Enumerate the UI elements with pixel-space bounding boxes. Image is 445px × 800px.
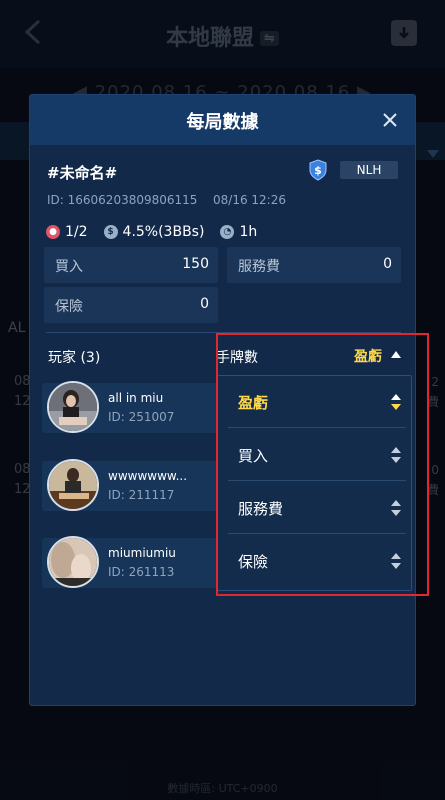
modal-title: 每局數據	[186, 112, 259, 133]
game-time: 08/16 12:26	[213, 193, 286, 207]
rake-info: $ 4.5%(3BBs)	[103, 224, 204, 240]
close-icon	[383, 113, 397, 127]
fee-cell: 服務費 0	[227, 247, 401, 283]
player-id: ID: 251007	[108, 410, 175, 424]
player-id: ID: 211117	[108, 488, 175, 502]
highlight-box	[216, 333, 429, 596]
game-type-badge: NLH	[340, 161, 398, 179]
game-name: #未命名#	[47, 164, 118, 182]
avatar	[47, 536, 99, 588]
coin-icon: $	[103, 225, 118, 239]
buyin-cell: 買入 150	[44, 247, 218, 283]
avatar	[47, 459, 99, 511]
player-row[interactable]: all in miu ID: 251007	[42, 381, 218, 433]
avatar	[47, 381, 99, 433]
game-id: ID: 16606203809806115	[47, 193, 198, 207]
player-count: ● 1/2	[46, 224, 88, 240]
player-name: miumiumiu	[108, 546, 176, 560]
insurance-cell: 保險 0	[44, 287, 218, 323]
clock-icon: ◔	[220, 225, 235, 239]
player-row[interactable]: wwwwwww... ID: 211117	[42, 459, 218, 511]
player-name: all in miu	[108, 391, 164, 405]
svg-text:$: $	[314, 164, 322, 177]
shield-dollar-icon: $	[309, 159, 327, 181]
players-column-header: 玩家 (3)	[48, 350, 101, 366]
player-row[interactable]: miumiumiu ID: 261113	[42, 536, 218, 588]
player-id: ID: 261113	[108, 565, 175, 579]
modal-header: 每局數據	[30, 95, 415, 145]
players-icon: ●	[46, 225, 60, 239]
game-stats: ● 1/2 $ 4.5%(3BBs) ◔ 1h	[46, 222, 273, 242]
close-button[interactable]	[377, 107, 403, 133]
player-name: wwwwwww...	[108, 469, 188, 483]
duration-info: ◔ 1h	[220, 224, 257, 240]
